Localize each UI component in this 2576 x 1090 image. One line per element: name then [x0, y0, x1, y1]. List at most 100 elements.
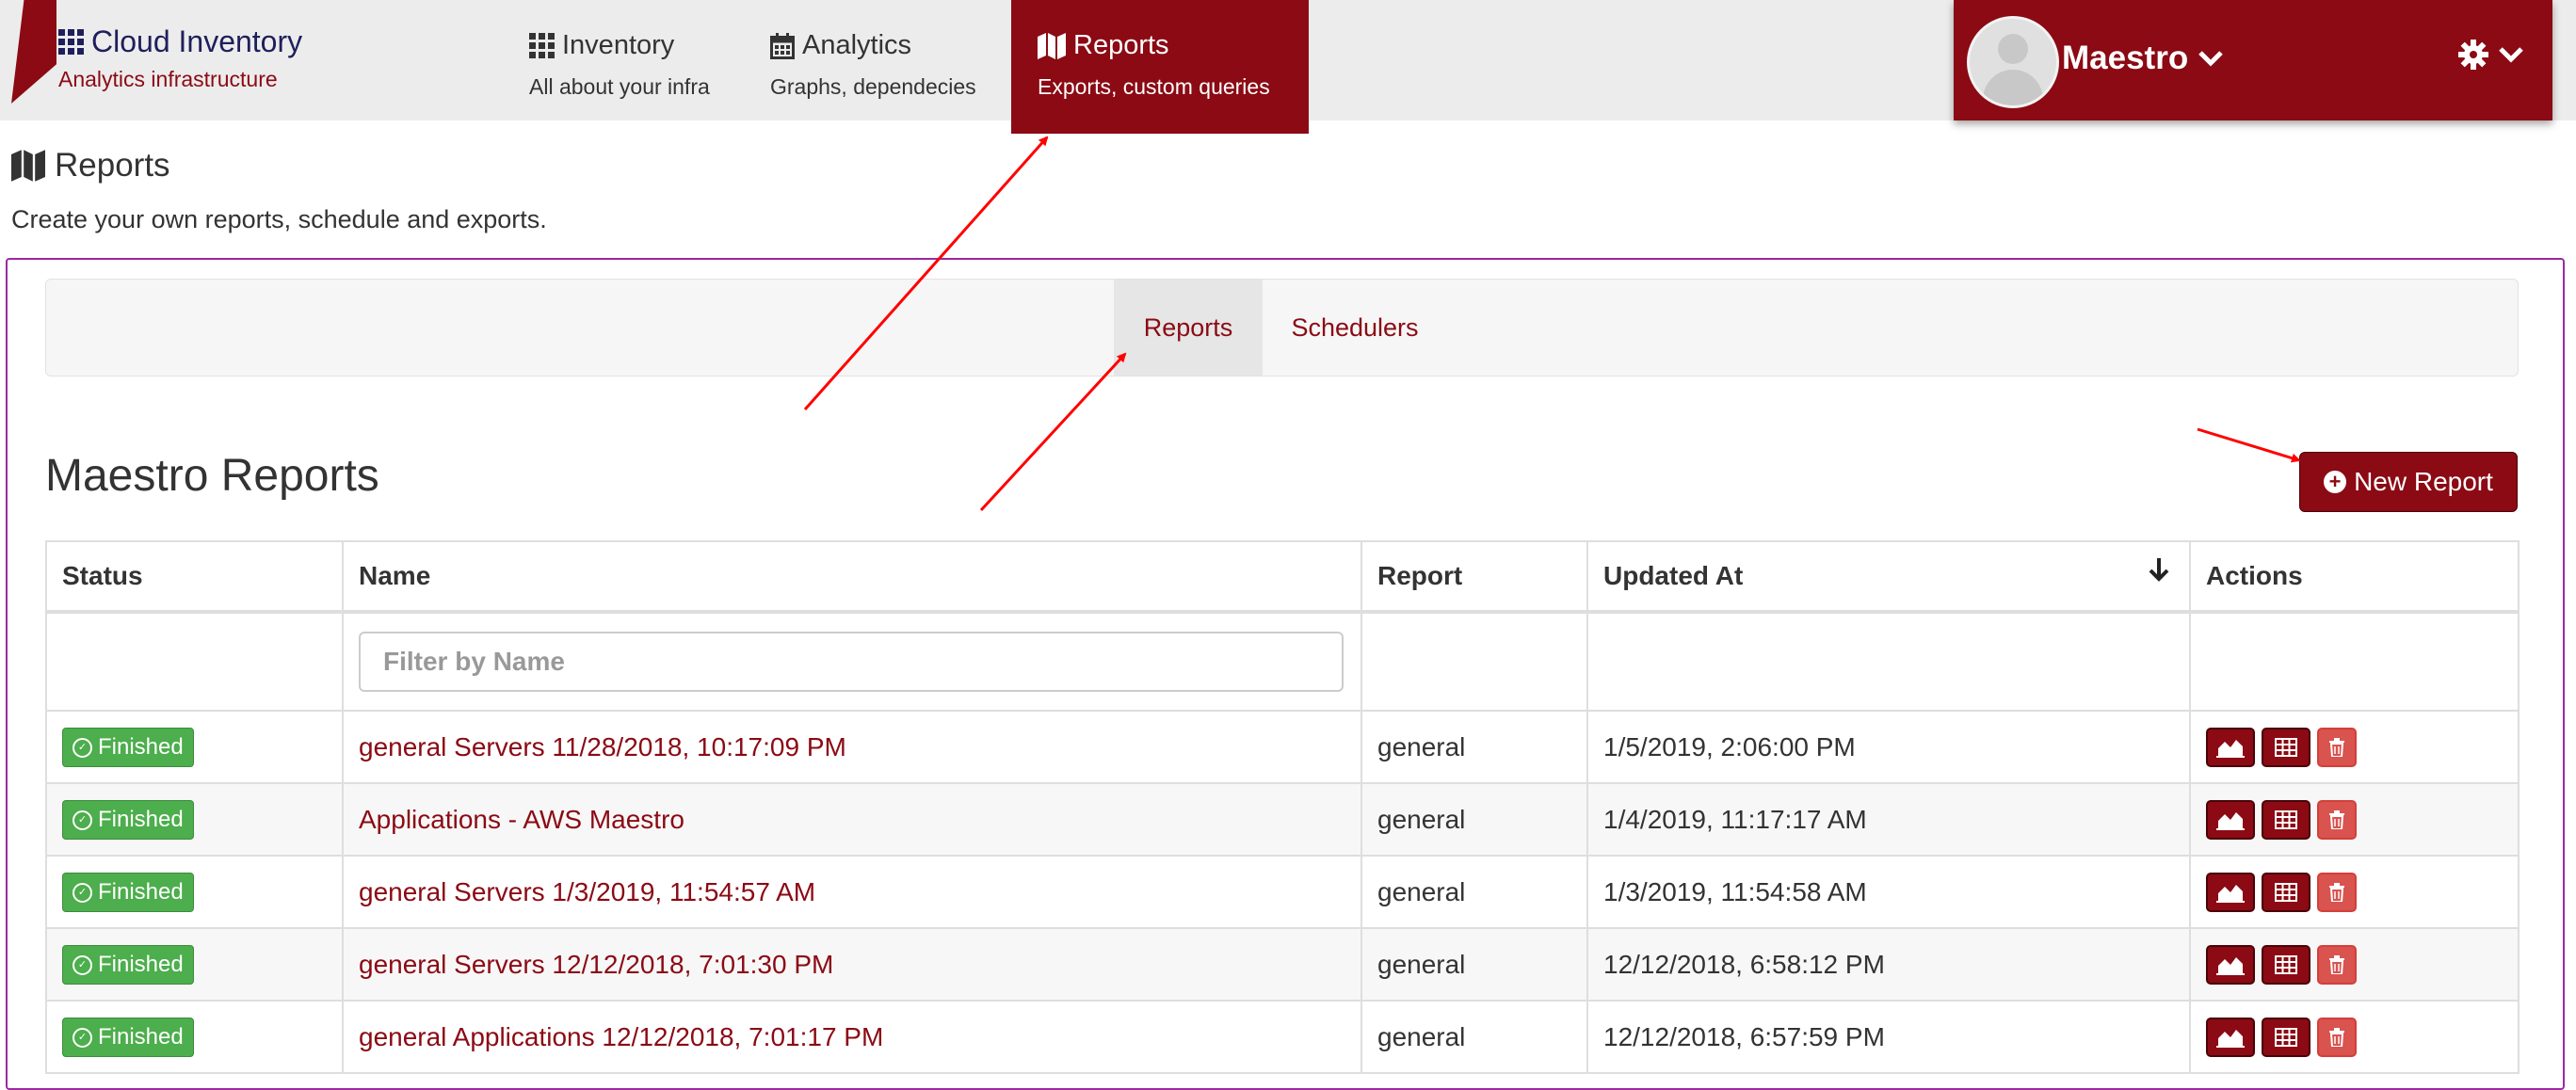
brand[interactable]: Cloud Inventory Analytics infrastructure [58, 24, 302, 92]
calendar-icon [770, 32, 795, 59]
table-row: ✓ Finished general Servers 12/12/2018, 7:0… [45, 927, 2520, 1002]
status-label: Finished [98, 879, 184, 906]
header-updated-at[interactable]: Updated At [1586, 540, 2191, 614]
view-table-button[interactable] [2262, 872, 2310, 912]
check-circle-icon: ✓ [72, 737, 92, 758]
view-chart-button[interactable] [2206, 944, 2255, 985]
status-label: Finished [98, 1024, 184, 1050]
filter-cell [342, 611, 1362, 712]
updated-at-cell: 1/5/2019, 2:06:00 PM [1586, 710, 2191, 784]
header-report[interactable]: Report [1360, 540, 1588, 614]
view-table-button[interactable] [2262, 727, 2310, 767]
tab-schedulers[interactable]: Schedulers [1263, 280, 1447, 376]
user-dropdown[interactable]: Maestro [2062, 40, 2224, 77]
delete-button[interactable] [2317, 727, 2357, 767]
report-name-link[interactable]: Applications - AWS Maestro [359, 805, 684, 834]
new-report-button[interactable]: + New Report [2299, 452, 2518, 512]
header-updated-at-label: Updated At [1603, 561, 1744, 590]
chevron-down-icon [2499, 47, 2523, 63]
header-name[interactable]: Name [342, 540, 1362, 614]
trash-icon [2329, 882, 2344, 902]
name-cell: Applications - AWS Maestro [342, 782, 1362, 857]
view-table-button[interactable] [2262, 1017, 2310, 1057]
page-description: Create your own reports, schedule and ex… [11, 205, 547, 233]
row-actions [2206, 727, 2357, 767]
delete-button[interactable] [2317, 872, 2357, 912]
filter-cell [1586, 611, 2191, 712]
delete-button[interactable] [2317, 1017, 2357, 1057]
new-report-label: New Report [2354, 467, 2493, 496]
view-chart-button[interactable] [2206, 1017, 2255, 1057]
delete-button[interactable] [2317, 799, 2357, 840]
status-cell: ✓ Finished [45, 927, 344, 1002]
nav-reports[interactable]: Reports Exports, custom queries [1011, 0, 1309, 134]
user-menu[interactable]: Maestro [1954, 0, 2552, 120]
report-cell: general [1360, 782, 1588, 857]
table-row: ✓ Finished general Applications 12/12/2018… [45, 1000, 2520, 1074]
actions-cell [2189, 927, 2520, 1002]
settings-dropdown[interactable] [2458, 40, 2524, 70]
status-badge: ✓ Finished [62, 873, 194, 913]
report-name-link[interactable]: general Servers 12/12/2018, 7:01:30 PM [359, 950, 833, 979]
sort-desc-icon[interactable] [2148, 555, 2170, 590]
header-status[interactable]: Status [45, 540, 344, 614]
view-chart-button[interactable] [2206, 799, 2255, 840]
name-cell: general Servers 12/12/2018, 7:01:30 PM [342, 927, 1362, 1002]
brand-stripe [11, 0, 56, 104]
filter-by-name-input[interactable] [359, 632, 1344, 692]
area-chart-icon [2216, 1027, 2245, 1048]
status-cell: ✓ Finished [45, 1000, 344, 1074]
avatar [1967, 16, 2059, 108]
name-cell: general Servers 11/28/2018, 10:17:09 PM [342, 710, 1362, 784]
filter-cell [2189, 611, 2520, 712]
tabs-bar: Reports Schedulers [45, 279, 2519, 377]
view-table-button[interactable] [2262, 944, 2310, 985]
nav-analytics-title: Analytics [802, 30, 912, 60]
table-icon [2275, 809, 2297, 829]
updated-at-cell: 1/4/2019, 11:17:17 AM [1586, 782, 2191, 857]
brand-title: Cloud Inventory [91, 24, 303, 58]
report-name-link[interactable]: general Servers 1/3/2019, 11:54:57 AM [359, 877, 815, 906]
trash-icon [2329, 809, 2344, 829]
status-cell: ✓ Finished [45, 710, 344, 784]
actions-cell [2189, 855, 2520, 929]
trash-icon [2329, 1027, 2344, 1047]
area-chart-icon [2216, 809, 2245, 830]
nav-inventory-title: Inventory [562, 30, 675, 60]
updated-at-cell: 1/3/2019, 11:54:58 AM [1586, 855, 2191, 929]
header-actions: Actions [2189, 540, 2520, 614]
filter-row [45, 611, 2520, 712]
view-chart-button[interactable] [2206, 727, 2255, 767]
delete-button[interactable] [2317, 944, 2357, 985]
nav-analytics[interactable]: Analytics Graphs, dependecies [751, 0, 1006, 120]
actions-cell [2189, 1000, 2520, 1074]
reports-table-wrap: Status Name Report Updated At Actions Fi… [45, 540, 2520, 1074]
status-label: Finished [98, 734, 184, 761]
filter-cell [45, 611, 344, 712]
user-name: Maestro [2062, 40, 2189, 76]
report-name-link[interactable]: general Servers 11/28/2018, 10:17:09 PM [359, 732, 846, 761]
updated-at-cell: 12/12/2018, 6:57:59 PM [1586, 1000, 2191, 1074]
check-circle-icon: ✓ [72, 882, 92, 903]
filter-cell [1360, 611, 1588, 712]
report-name-link[interactable]: general Applications 12/12/2018, 7:01:17… [359, 1022, 883, 1051]
table-icon [2275, 737, 2297, 757]
name-cell: general Servers 1/3/2019, 11:54:57 AM [342, 855, 1362, 929]
gear-icon [2458, 40, 2488, 70]
grid-icon [58, 29, 84, 55]
report-cell: general [1360, 1000, 1588, 1074]
area-chart-icon [2216, 737, 2245, 758]
table-icon [2275, 954, 2297, 974]
section-title: Maestro Reports [45, 451, 379, 501]
check-circle-icon: ✓ [72, 1027, 92, 1048]
status-badge: ✓ Finished [62, 945, 194, 986]
tab-reports[interactable]: Reports [1114, 280, 1263, 376]
row-actions [2206, 799, 2357, 840]
nav-inventory[interactable]: Inventory All about your infra [508, 0, 744, 120]
row-actions [2206, 872, 2357, 912]
view-chart-button[interactable] [2206, 872, 2255, 912]
actions-cell [2189, 782, 2520, 857]
view-table-button[interactable] [2262, 799, 2310, 840]
report-cell: general [1360, 927, 1588, 1002]
page-title-text: Reports [55, 147, 170, 184]
